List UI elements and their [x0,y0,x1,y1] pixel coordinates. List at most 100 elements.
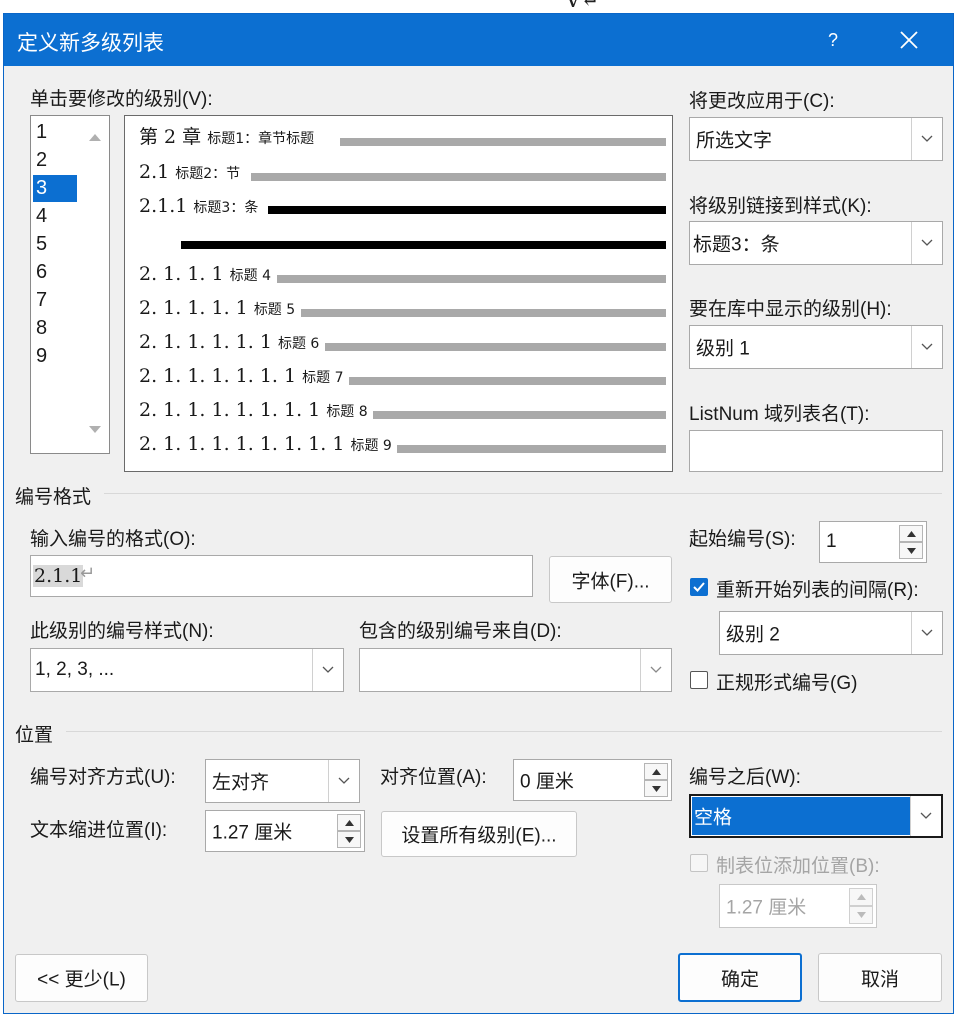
scroll-down-icon [89,426,101,433]
listnum-input[interactable] [689,430,943,472]
legal-numbering-checkbox[interactable] [690,671,708,689]
preview-row-continuation [125,226,672,254]
number-style-label: 此级别的编号样式(N): [30,621,214,642]
align-dropdown[interactable]: 左对齐 [205,759,360,803]
level-item[interactable]: 8 [33,315,77,342]
gallery-level-dropdown[interactable]: 级别 1 [689,325,943,369]
start-at-spinner[interactable]: 1 [819,521,927,563]
triangle-down-icon [907,547,916,554]
list-preview: 第 2 章 标题1：章节标题 2.1 标题2：节 2.1.1 标题3：条 2. … [124,115,673,472]
level-item[interactable]: 9 [33,343,77,370]
preview-line [277,275,666,283]
preview-number: 第 2 章 [139,126,202,148]
preview-row: 2. 1. 1. 1. 1 标题 5 [125,294,672,322]
link-style-dropdown[interactable]: 标题3：条 [689,221,943,265]
include-from-label: 包含的级别编号来自(D): [359,621,562,642]
number-format-section-title: 编号格式 [15,487,92,508]
cancel-button[interactable]: 取消 [818,953,942,1002]
scroll-up-arrow[interactable] [89,128,101,146]
triangle-up-icon [652,768,661,775]
include-from-dropdown[interactable] [359,648,672,692]
link-style-value: 标题3：条 [693,234,780,256]
preview-row: 2. 1. 1. 1. 1. 1 标题 6 [125,328,672,356]
level-item[interactable]: 1 [33,119,77,146]
spin-up-button[interactable] [644,763,668,780]
preview-row: 2. 1. 1. 1. 1. 1. 1. 1. 1 标题 9 [125,430,672,458]
link-style-label: 将级别链接到样式(K): [689,196,872,217]
close-button[interactable] [892,26,926,54]
preview-number: 2. 1. 1. 1. 1 [139,297,248,319]
preview-style: 标题 5 [253,302,296,318]
chevron-down-icon [920,812,932,819]
spin-down-button[interactable] [337,831,361,848]
spin-up-button[interactable] [337,814,361,831]
spin-up-button[interactable] [849,888,873,906]
tab-stop-checkbox[interactable] [690,854,708,872]
align-at-spinner[interactable]: 0 厘米 [513,759,672,801]
preview-line [268,206,666,214]
spin-down-button[interactable] [899,542,923,559]
listnum-label: ListNum 域列表名(T): [689,404,870,425]
preview-number: 2.1.1 [139,195,188,217]
align-value: 左对齐 [212,772,270,794]
preview-style: 标题 8 [326,404,368,420]
gallery-level-label: 要在库中显示的级别(H): [689,299,892,320]
level-item[interactable]: 5 [33,231,77,258]
font-button[interactable]: 字体(F)... [549,556,672,603]
less-button[interactable]: << 更少(L) [15,954,148,1002]
checkmark-icon [693,582,705,592]
restart-label[interactable]: 重新开始列表的间隔(R): [716,575,919,602]
chevron-down-icon [650,666,662,673]
format-input[interactable]: 2.1.1 ↵ [30,555,533,597]
indent-value: 1.27 厘米 [212,822,293,844]
ok-button[interactable]: 确定 [678,953,802,1002]
level-item[interactable]: 4 [33,203,77,230]
number-style-dropdown[interactable]: 1, 2, 3, ... [30,648,344,692]
scroll-up-icon [89,134,101,141]
define-multilevel-list-dialog: 定义新多级列表 ? 单击要修改的级别(V): 1 2 3 4 5 6 7 8 9… [3,13,954,1014]
indent-label: 文本缩进位置(I): [30,820,168,841]
position-section-title: 位置 [15,725,54,746]
gallery-level-value: 级别 1 [696,338,750,360]
restart-level-dropdown[interactable]: 级别 2 [719,611,943,655]
preview-line [340,138,666,146]
level-listbox[interactable]: 1 2 3 4 5 6 7 8 9 [30,115,110,454]
number-style-value: 1, 2, 3, ... [35,659,115,680]
preview-row: 2. 1. 1. 1 标题 4 [125,260,672,288]
preview-style: 标题 7 [302,370,344,386]
preview-style: 标题 9 [350,438,392,454]
triangle-up-icon [857,894,866,900]
help-button[interactable]: ? [816,26,850,54]
restart-level-value: 级别 2 [726,624,780,646]
background-text-fragment: V↵ [565,0,600,13]
set-all-levels-button[interactable]: 设置所有级别(E)... [381,811,577,857]
spin-down-button[interactable] [644,780,668,797]
level-item[interactable]: 7 [33,287,77,314]
legal-numbering-label[interactable]: 正规形式编号(G) [716,668,857,695]
chevron-down-icon [921,239,933,246]
preview-style: 标题 4 [229,268,271,284]
level-item-selected[interactable]: 3 [33,175,77,202]
spin-up-button[interactable] [899,525,923,542]
triangle-down-icon [345,836,354,843]
level-item[interactable]: 2 [33,147,77,174]
restart-checkbox[interactable] [690,578,708,596]
apply-to-value: 所选文字 [696,130,773,152]
chevron-down-icon [921,135,933,142]
spin-down-button[interactable] [849,906,873,924]
paragraph-mark-icon: ↵ [80,563,96,583]
format-value: 2.1.1 [33,565,84,587]
follow-number-dropdown[interactable]: 空格 [689,794,943,838]
preview-style: 标题 6 [277,336,320,352]
preview-line [397,445,666,453]
preview-line [349,377,666,385]
apply-to-dropdown[interactable]: 所选文字 [689,117,943,161]
level-item[interactable]: 6 [33,259,77,286]
scroll-down-arrow[interactable] [89,421,101,439]
preview-line [181,241,666,249]
tab-stop-spinner[interactable]: 1.27 厘米 [719,884,877,928]
dialog-title: 定义新多级列表 [17,32,164,55]
preview-number: 2. 1. 1. 1. 1. 1. 1. 1. 1 [139,433,345,455]
indent-spinner[interactable]: 1.27 厘米 [205,810,365,852]
align-at-value: 0 厘米 [520,771,574,793]
